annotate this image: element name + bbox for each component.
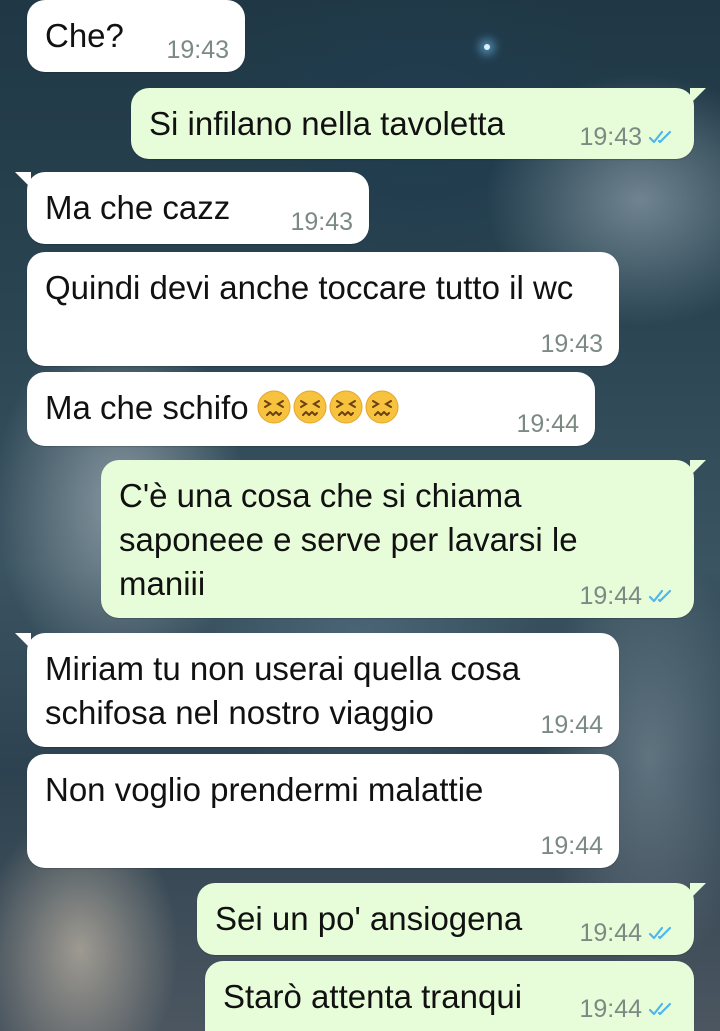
- message-time: 19:44: [516, 410, 579, 438]
- message-bubble-incoming[interactable]: Ma che schifo 19:44: [27, 372, 595, 446]
- message-text: Miriam tu non userai quella cosa schifos…: [45, 650, 530, 731]
- message-time: 19:43: [540, 330, 603, 358]
- chat-thread[interactable]: Che? 19:43 Si infilano nella tavoletta 1…: [0, 0, 720, 1031]
- message-time: 19:43: [290, 208, 353, 236]
- message-meta: 19:44: [516, 410, 579, 438]
- message-meta: 19:44: [540, 711, 603, 739]
- message-bubble-outgoing[interactable]: C'è una cosa che si chiama saponeee e se…: [101, 460, 706, 618]
- message-meta: 19:44: [540, 832, 603, 860]
- message-time: 19:43: [166, 36, 229, 64]
- persevering-face-icon: [257, 390, 399, 424]
- message-bubble-outgoing[interactable]: Si infilano nella tavoletta 19:43: [131, 88, 706, 159]
- message-time: 19:44: [579, 995, 642, 1023]
- message-meta: 19:43: [166, 36, 229, 64]
- message-time: 19:44: [540, 832, 603, 860]
- message-text: Quindi devi anche toccare tutto il wc: [45, 269, 574, 306]
- message-meta: 19:44: [579, 995, 676, 1023]
- message-time: 19:44: [579, 582, 642, 610]
- message-bubble-incoming[interactable]: Ma che cazz 19:43: [15, 172, 369, 244]
- message-bubble-outgoing[interactable]: Starò attenta tranqui 19:44: [205, 961, 694, 1031]
- read-receipt-icon: [648, 589, 672, 603]
- message-meta: 19:43: [540, 330, 603, 358]
- message-meta: 19:44: [579, 919, 676, 947]
- message-bubble-incoming[interactable]: Miriam tu non userai quella cosa schifos…: [15, 633, 619, 747]
- message-bubble-incoming[interactable]: Quindi devi anche toccare tutto il wc 19…: [27, 252, 619, 366]
- message-time: 19:43: [579, 123, 642, 151]
- message-bubble-incoming[interactable]: Che? 19:43: [27, 0, 245, 72]
- message-text-body: Ma che schifo: [45, 389, 249, 426]
- read-receipt-icon: [648, 926, 672, 940]
- message-time: 19:44: [579, 919, 642, 947]
- message-text: C'è una cosa che si chiama saponeee e se…: [119, 477, 587, 602]
- message-meta: 19:43: [290, 208, 353, 236]
- message-bubble-incoming[interactable]: Non voglio prendermi malattie 19:44: [27, 754, 619, 868]
- message-text: Ma che schifo: [45, 386, 577, 430]
- message-bubble-outgoing[interactable]: Sei un po' ansiogena 19:44: [197, 883, 706, 955]
- read-receipt-icon: [648, 1002, 672, 1016]
- message-text: Non voglio prendermi malattie: [45, 771, 484, 808]
- message-meta: 19:44: [579, 582, 676, 610]
- message-meta: 19:43: [579, 123, 676, 151]
- message-time: 19:44: [540, 711, 603, 739]
- read-receipt-icon: [648, 130, 672, 144]
